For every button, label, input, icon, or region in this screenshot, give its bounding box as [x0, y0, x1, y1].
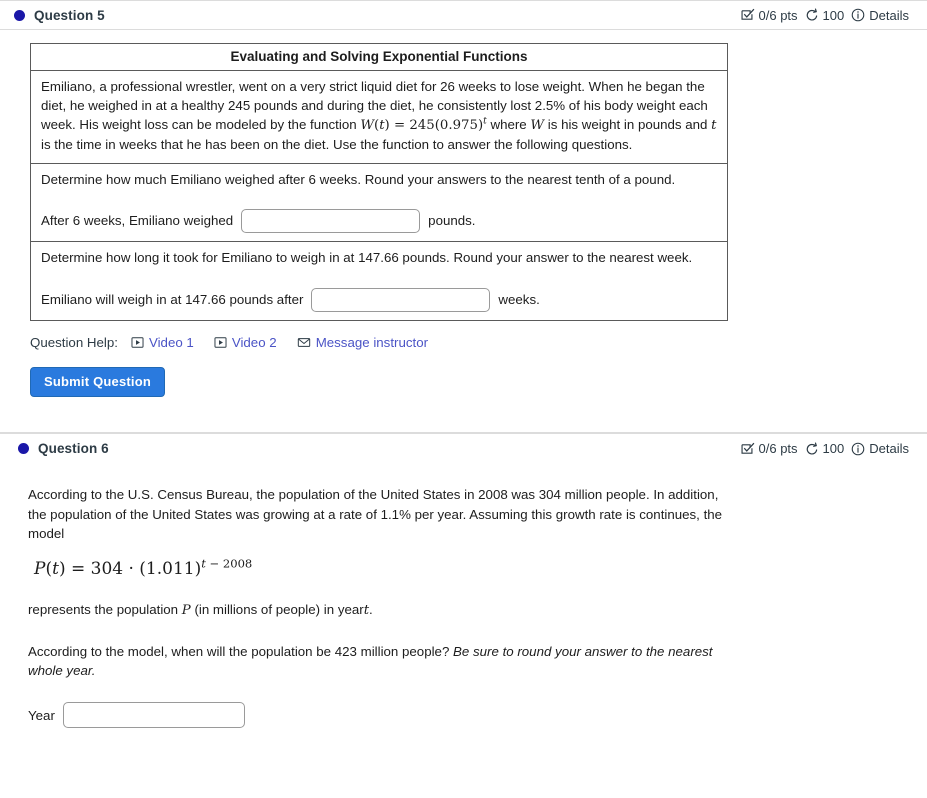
details-group[interactable]: Details [851, 441, 909, 456]
part-b-answer-input[interactable] [311, 288, 491, 313]
para2-part1: represents the population [28, 601, 179, 617]
question-5-title: Question 5 [34, 7, 105, 23]
attempts-value: 100 [822, 441, 845, 457]
problem-part-a-cell: Determine how much Emiliano weighed afte… [31, 164, 727, 243]
part-b-answer-suffix: weeks. [498, 291, 540, 307]
weight-function-formula: W(t) = 245(0.975)t [360, 116, 487, 133]
question-6-title: Question 6 [38, 441, 109, 457]
part-a-answer-prefix: After 6 weeks, Emiliano weighed [41, 212, 234, 228]
part-b-prompt: Determine how long it took for Emiliano … [41, 250, 693, 266]
info-circle-icon[interactable] [851, 442, 865, 456]
question-6-title-group: Question 6 [18, 441, 109, 456]
problem-box: Evaluating and Solving Exponential Funct… [30, 43, 728, 322]
part-a-answer-suffix: pounds. [428, 212, 476, 228]
year-answer-row: Year [28, 702, 734, 729]
question-status-dot [14, 9, 25, 21]
points-group: 0/6 pts [740, 7, 798, 23]
info-circle-icon[interactable] [851, 8, 865, 22]
year-input[interactable] [62, 702, 245, 729]
rotate-left-icon [805, 442, 819, 456]
para3-plain-text: According to the model, when will the po… [28, 643, 450, 659]
variable-w: W [530, 117, 545, 133]
intro-text-part3: is his weight in pounds and [547, 116, 708, 132]
problem-part-b-cell: Determine how long it took for Emiliano … [31, 242, 727, 320]
attempts-group: 100 [805, 441, 845, 457]
para2-part3: . [369, 601, 373, 617]
video-1-link[interactable]: Video 1 [131, 335, 194, 350]
problem-title: Evaluating and Solving Exponential Funct… [31, 44, 727, 71]
play-button-icon[interactable] [131, 336, 144, 349]
question-6-paragraph-1: According to the U.S. Census Bureau, the… [28, 487, 723, 541]
part-b-answer-line: Emiliano will weigh in at 147.66 pounds … [41, 288, 719, 313]
question-6-paragraph-2: represents the population P (in millions… [28, 600, 734, 620]
question-6-meta: 0/6 pts 100 Details [740, 441, 909, 457]
submit-question-button[interactable]: Submit Question [30, 367, 165, 398]
part-a-answer-line: After 6 weeks, Emiliano weighed pounds. [41, 209, 719, 234]
points-group: 0/6 pts [740, 441, 798, 457]
question-help-label: Question Help: [30, 335, 118, 351]
message-instructor-label[interactable]: Message instructor [316, 335, 428, 350]
question-help-row: Question Help: Video 1 Video 2 Message i… [30, 335, 927, 350]
variable-t: t [711, 117, 717, 133]
part-a-answer-input[interactable] [241, 209, 421, 234]
population-model-formula: P(t) = 304 · (1.011)t − 2008 [34, 556, 253, 580]
play-button-icon[interactable] [214, 336, 227, 349]
checkbox-check-icon [740, 8, 755, 22]
envelope-icon[interactable] [297, 336, 311, 349]
video-1-label[interactable]: Video 1 [149, 335, 194, 350]
points-value: 0/6 pts [758, 7, 798, 23]
checkbox-check-icon [740, 442, 755, 456]
video-2-label[interactable]: Video 2 [232, 335, 277, 350]
problem-intro-cell: Emiliano, a professional wrestler, went … [31, 71, 727, 164]
video-2-link[interactable]: Video 2 [214, 335, 277, 350]
variable-p: P [181, 602, 191, 618]
question-5-title-group: Question 5 [14, 8, 105, 23]
message-instructor-link[interactable]: Message instructor [297, 335, 428, 350]
intro-text-part2: where [490, 116, 527, 132]
details-group[interactable]: Details [851, 8, 909, 23]
attempts-value: 100 [822, 7, 845, 23]
points-value: 0/6 pts [758, 441, 798, 457]
question-6-header: Question 6 0/6 pts 100 Details [0, 433, 927, 463]
details-label[interactable]: Details [869, 441, 909, 456]
year-label: Year [28, 707, 55, 723]
question-status-dot [18, 443, 29, 455]
question-5-meta: 0/6 pts 100 Details [740, 7, 909, 23]
question-6-body: According to the U.S. Census Bureau, the… [28, 463, 734, 729]
details-label[interactable]: Details [869, 8, 909, 23]
part-b-answer-prefix: Emiliano will weigh in at 147.66 pounds … [41, 291, 304, 307]
rotate-left-icon [805, 8, 819, 22]
part-a-prompt: Determine how much Emiliano weighed afte… [41, 171, 676, 187]
question-5-header: Question 5 0/6 pts 100 Details [0, 0, 927, 30]
intro-text-part4: is the time in weeks that he has been on… [41, 136, 633, 152]
para2-part2: (in millions of people) in year [194, 601, 364, 617]
quiz-page: Question 5 0/6 pts 100 Details Evaluatin… [0, 0, 927, 798]
attempts-group: 100 [805, 7, 845, 23]
question-6-paragraph-3: According to the model, when will the po… [28, 642, 734, 681]
